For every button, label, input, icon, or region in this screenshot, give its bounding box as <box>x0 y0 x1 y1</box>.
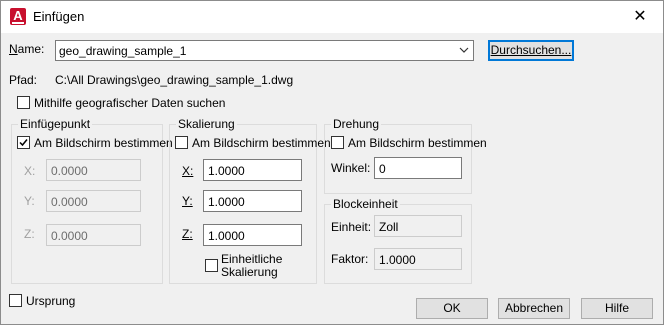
geo-search-label: Mithilfe geografischer Daten suchen <box>34 96 226 110</box>
explode-checkbox[interactable] <box>9 294 22 307</box>
angle-field[interactable]: 0 <box>374 157 462 179</box>
name-label: Name: <box>9 42 45 56</box>
cancel-button-label: Abbrechen <box>504 301 564 315</box>
insertion-z-label: Z: <box>24 227 35 241</box>
unit-value: Zoll <box>379 220 399 234</box>
insertion-y-label: Y: <box>24 194 35 208</box>
geo-search-checkbox[interactable] <box>17 96 30 109</box>
close-button[interactable]: ✕ <box>617 1 663 32</box>
factor-label: Faktor: <box>331 252 369 266</box>
uniform-scale-label-1: Einheitliche <box>221 252 283 266</box>
insertion-x-label: X: <box>24 164 36 178</box>
rotation-title: Drehung <box>331 117 382 131</box>
unit-label: Einheit: <box>331 220 372 234</box>
scale-y-value: 1.0000 <box>208 195 245 209</box>
browse-button[interactable]: Durchsuchen... <box>488 40 574 61</box>
scale-z-field[interactable]: 1.0000 <box>203 224 302 246</box>
rotation-onscreen-label: Am Bildschirm bestimmen <box>348 136 487 150</box>
chevron-down-icon[interactable] <box>458 43 470 57</box>
angle-value: 0 <box>379 162 386 176</box>
help-button-label: Hilfe <box>604 301 629 315</box>
insertion-y-field[interactable]: 0.0000 <box>46 190 141 212</box>
ok-button-label: OK <box>443 301 461 315</box>
checkmark-icon <box>19 139 28 147</box>
name-combobox[interactable]: geo_drawing_sample_1 <box>55 40 474 61</box>
uniform-scale-label-2: Skalierung <box>221 265 278 279</box>
scale-x-value: 1.0000 <box>208 164 245 178</box>
scale-z-label: Z: <box>182 227 193 241</box>
logo-letter: A <box>13 8 23 23</box>
browse-button-label: Durchsuchen... <box>490 43 572 57</box>
scale-x-field[interactable]: 1.0000 <box>203 159 302 181</box>
uniform-scale-checkbox[interactable] <box>205 259 218 272</box>
block-unit-title: Blockeinheit <box>331 197 400 211</box>
close-icon: ✕ <box>633 8 647 25</box>
title-bar[interactable]: A Einfügen ✕ <box>1 1 663 33</box>
insertion-onscreen-checkbox[interactable] <box>17 136 30 149</box>
insertion-z-value: 0.0000 <box>51 229 88 243</box>
scale-z-value: 1.0000 <box>208 229 245 243</box>
rotation-onscreen-checkbox[interactable] <box>331 136 344 149</box>
name-value: geo_drawing_sample_1 <box>59 44 187 58</box>
scale-onscreen-label: Am Bildschirm bestimmen <box>192 136 331 150</box>
scale-y-label: Y: <box>182 194 193 208</box>
insertion-x-value: 0.0000 <box>51 164 88 178</box>
angle-label: Winkel: <box>331 161 371 175</box>
factor-value: 1.0000 <box>379 253 416 267</box>
insert-dialog: A Einfügen ✕ Name: geo_drawing_sample_1 … <box>0 0 664 325</box>
insertion-x-field[interactable]: 0.0000 <box>46 159 141 181</box>
scale-onscreen-checkbox[interactable] <box>175 136 188 149</box>
insertion-point-title: Einfügepunkt <box>18 117 93 131</box>
scale-title: Skalierung <box>176 117 237 131</box>
insertion-onscreen-label: Am Bildschirm bestimmen <box>34 136 173 150</box>
name-label-rest: ame: <box>17 42 45 56</box>
scale-y-field[interactable]: 1.0000 <box>203 190 302 212</box>
explode-label: Ursprung <box>26 294 76 308</box>
autocad-logo-icon: A <box>10 8 26 25</box>
unit-field: Zoll <box>374 215 462 237</box>
insertion-z-field[interactable]: 0.0000 <box>46 224 141 246</box>
dialog-title: Einfügen <box>33 9 85 24</box>
factor-field: 1.0000 <box>374 248 462 270</box>
path-value: C:\All Drawings\geo_drawing_sample_1.dwg <box>55 73 294 87</box>
ok-button[interactable]: OK <box>416 298 488 319</box>
path-label: Pfad: <box>9 73 38 87</box>
scale-x-label: X: <box>182 164 194 178</box>
insertion-y-value: 0.0000 <box>51 195 88 209</box>
cancel-button[interactable]: Abbrechen <box>498 298 570 319</box>
help-button[interactable]: Hilfe <box>581 298 653 319</box>
